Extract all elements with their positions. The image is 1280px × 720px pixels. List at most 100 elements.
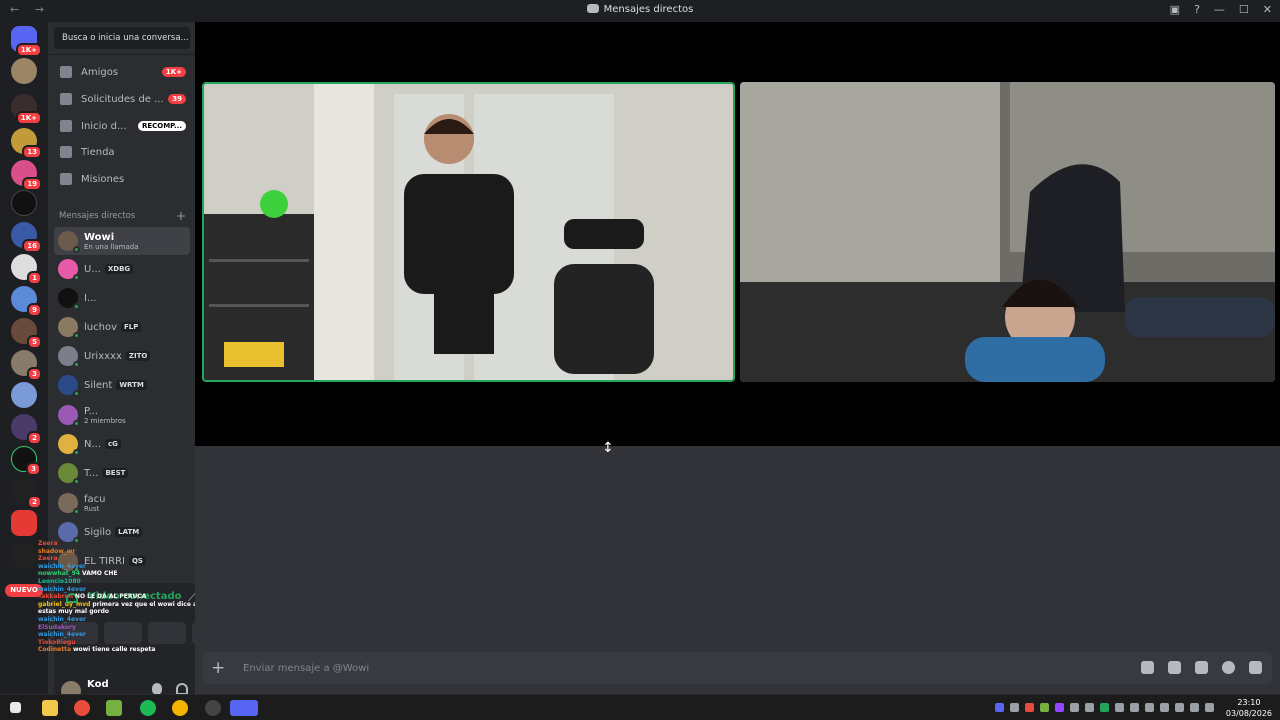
tray-icon[interactable] bbox=[1025, 703, 1034, 712]
nav-label: Amigos bbox=[81, 66, 119, 78]
server-icon[interactable]: 16 bbox=[11, 222, 42, 253]
dm-header: Mensajes directos + bbox=[59, 209, 186, 223]
gif-icon[interactable] bbox=[1168, 661, 1181, 674]
obs-icon[interactable] bbox=[205, 700, 221, 716]
server-icon[interactable] bbox=[11, 382, 37, 408]
dm-item[interactable]: facu Rust bbox=[54, 489, 190, 517]
volume-icon[interactable] bbox=[1175, 703, 1184, 712]
server-icon[interactable]: 2 bbox=[11, 414, 42, 445]
apps-icon[interactable] bbox=[1249, 661, 1262, 674]
emoji-icon[interactable] bbox=[1222, 661, 1235, 674]
server-icon[interactable]: 13 bbox=[11, 128, 42, 159]
server-icon[interactable]: 1K+ bbox=[11, 94, 42, 125]
tray-icon[interactable] bbox=[1115, 703, 1124, 712]
server-icon[interactable]: 3 bbox=[11, 446, 41, 476]
server-icon[interactable]: 9 bbox=[11, 286, 42, 317]
dm-item[interactable]: U... XDBG bbox=[54, 255, 190, 283]
server-tag: FLP bbox=[121, 322, 142, 332]
nav-friends[interactable]: Amigos 1K+ bbox=[54, 60, 190, 84]
tray-icon[interactable] bbox=[1010, 703, 1019, 712]
notification-icon[interactable] bbox=[1205, 703, 1214, 712]
nav-nitro[interactable]: Inicio d... RECOMP... bbox=[54, 114, 190, 138]
friends-icon bbox=[60, 66, 72, 78]
dm-item[interactable]: Silent WRTM bbox=[54, 371, 190, 399]
server-icon[interactable]: 5 bbox=[11, 318, 42, 349]
avatar bbox=[58, 288, 80, 310]
dm-name: T... bbox=[84, 467, 99, 479]
dm-name: facu bbox=[84, 493, 106, 505]
home-badge: 1K+ bbox=[15, 43, 42, 57]
server-badge: 13 bbox=[22, 145, 42, 159]
tray-icon[interactable] bbox=[1145, 703, 1154, 712]
server-badge: 2 bbox=[27, 495, 42, 509]
tray-icon[interactable] bbox=[1070, 703, 1079, 712]
battery-icon[interactable] bbox=[1190, 703, 1199, 712]
discord-icon bbox=[586, 4, 599, 13]
dm-item[interactable]: Urixxxx ZITO bbox=[54, 342, 190, 370]
chat-user: shadow_wr bbox=[38, 547, 76, 555]
home-button[interactable]: 1K+ bbox=[11, 26, 42, 57]
chrome-icon[interactable] bbox=[172, 700, 188, 716]
chat-user: TiokoBiegu bbox=[38, 638, 76, 646]
avatar bbox=[58, 463, 80, 485]
chat-message: wowi tiene calle respeta bbox=[72, 646, 156, 654]
video-feed bbox=[740, 82, 1275, 382]
dm-item[interactable]: luchov FLP bbox=[54, 313, 190, 341]
server-badge: 19 bbox=[22, 177, 42, 191]
server-icon[interactable] bbox=[11, 510, 37, 536]
tray-icon[interactable] bbox=[995, 703, 1004, 712]
server-tag: BEST bbox=[102, 468, 129, 478]
tray-icon[interactable] bbox=[1055, 703, 1064, 712]
close-button[interactable]: ✕ bbox=[1263, 3, 1272, 16]
server-icon[interactable]: 19 bbox=[11, 160, 42, 191]
server-icon[interactable]: 3 bbox=[11, 350, 42, 381]
nav-badge: 1K+ bbox=[161, 67, 186, 77]
video-tile-speaking[interactable] bbox=[202, 82, 735, 382]
chrome-icon[interactable] bbox=[74, 700, 90, 716]
windows-start-icon[interactable] bbox=[10, 702, 21, 713]
discord-taskbar-icon[interactable] bbox=[230, 700, 258, 716]
dm-name: I... bbox=[84, 292, 97, 304]
dm-item[interactable]: I... bbox=[54, 284, 190, 312]
dm-item[interactable]: N... cG bbox=[54, 430, 190, 458]
spotify-icon[interactable] bbox=[140, 700, 156, 716]
gift-icon[interactable] bbox=[1141, 661, 1154, 674]
tray-icon[interactable] bbox=[1085, 703, 1094, 712]
wifi-icon[interactable] bbox=[1160, 703, 1169, 712]
status-indicator bbox=[73, 420, 80, 427]
video-tile[interactable] bbox=[740, 82, 1275, 382]
server-icon[interactable] bbox=[11, 542, 37, 568]
help-icon[interactable]: ? bbox=[1194, 3, 1200, 16]
file-explorer-icon[interactable] bbox=[42, 700, 58, 716]
avatar bbox=[58, 317, 80, 339]
dm-item[interactable]: T... BEST bbox=[54, 459, 190, 487]
add-dm-button[interactable]: + bbox=[176, 209, 186, 223]
clock[interactable]: 23:10 03/08/2026 bbox=[1226, 697, 1272, 719]
server-icon[interactable] bbox=[11, 58, 37, 84]
server-icon[interactable]: 1 bbox=[11, 254, 42, 285]
nav-requests[interactable]: Solicitudes de ... 39 bbox=[54, 87, 190, 111]
server-tag: LATM bbox=[115, 527, 143, 537]
tray-icon[interactable] bbox=[1100, 703, 1109, 712]
tray-icon[interactable] bbox=[1040, 703, 1049, 712]
server-icon[interactable]: 2 bbox=[11, 478, 42, 509]
dm-item[interactable]: Wowi En una llamada bbox=[54, 227, 190, 255]
server-icon[interactable] bbox=[11, 190, 37, 216]
chat-message: NO LE DA AL PERUCA bbox=[74, 593, 147, 601]
game-app-icon[interactable] bbox=[106, 700, 122, 716]
sticker-icon[interactable] bbox=[1195, 661, 1208, 674]
message-input[interactable] bbox=[243, 657, 943, 679]
inbox-icon[interactable]: ▣ bbox=[1170, 3, 1180, 16]
mail-icon bbox=[60, 93, 72, 105]
minimize-button[interactable]: — bbox=[1214, 3, 1225, 16]
nav-quests[interactable]: Misiones bbox=[54, 167, 190, 191]
server-badge: 2 bbox=[27, 431, 42, 445]
maximize-button[interactable]: ☐ bbox=[1239, 3, 1249, 16]
server-tag: XDBG bbox=[104, 264, 134, 274]
nav-shop[interactable]: Tienda bbox=[54, 140, 190, 164]
tray-icon[interactable] bbox=[1130, 703, 1139, 712]
search-input[interactable]: Busca o inicia una conversa... bbox=[54, 27, 190, 49]
dm-item[interactable]: P... 2 miembros bbox=[54, 401, 190, 429]
attach-button[interactable]: + bbox=[211, 658, 225, 678]
resize-handle[interactable]: ↕ bbox=[602, 440, 614, 456]
